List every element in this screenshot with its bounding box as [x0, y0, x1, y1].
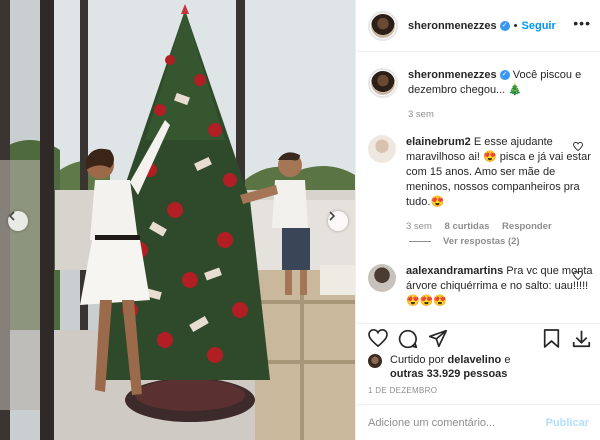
caption-time[interactable]: 3 sem — [408, 109, 434, 120]
comments-list[interactable]: sheronmenezzes ✓ Você piscou e dezembro c… — [356, 53, 600, 323]
follow-button[interactable]: Seguir — [522, 20, 556, 32]
author-username[interactable]: sheronmenezzes — [408, 20, 497, 32]
caption-username[interactable]: sheronmenezzes — [408, 69, 497, 81]
view-replies-label: Ver respostas (2) — [443, 236, 520, 247]
post-side-panel: sheronmenezzes ✓ • Seguir ••• sheronmene… — [355, 0, 600, 440]
previous-photo-button[interactable] — [8, 211, 28, 231]
comment-input[interactable] — [368, 416, 546, 429]
download-icon[interactable] — [572, 329, 591, 348]
caption-avatar[interactable] — [368, 68, 398, 98]
likes-summary: Curtido por delavelino e outras 33.929 p… — [368, 353, 510, 381]
verified-icon: ✓ — [499, 70, 510, 81]
like-comment-heart-icon[interactable] — [573, 271, 583, 280]
comment-likes-count[interactable]: 8 curtidas — [445, 221, 490, 232]
post-photo[interactable] — [0, 0, 355, 440]
commenter-avatar[interactable] — [368, 135, 396, 163]
post-date[interactable]: 1 DE DEZEMBRO — [368, 386, 437, 395]
liker-avatar[interactable] — [368, 354, 382, 368]
view-replies-button[interactable]: Ver respostas (2) — [409, 236, 520, 247]
heart-icon[interactable] — [368, 329, 388, 347]
next-photo-button[interactable] — [328, 211, 348, 231]
christmas-tree-photo — [0, 0, 355, 440]
chevron-left-icon — [8, 211, 15, 221]
likes-count[interactable]: outras 33.929 pessoas — [390, 368, 507, 380]
reply-button[interactable]: Responder — [502, 221, 552, 232]
likes-prefix: Curtido por — [390, 354, 445, 366]
like-comment-heart-icon[interactable] — [573, 142, 583, 151]
header-separator: • — [513, 19, 518, 32]
comment-item: elainebrum2 E esse ajudante maravilhoso … — [368, 135, 593, 234]
action-bar — [356, 323, 600, 353]
more-options-icon[interactable]: ••• — [573, 16, 591, 30]
comment-username[interactable]: elainebrum2 — [406, 136, 471, 148]
post-header: sheronmenezzes ✓ • Seguir ••• — [356, 0, 600, 52]
likes-conjunction: e — [504, 354, 511, 366]
commenter-avatar[interactable] — [368, 264, 396, 292]
liker-username[interactable]: delavelino — [447, 354, 501, 366]
caption: sheronmenezzes ✓ Você piscou e dezembro c… — [368, 68, 593, 122]
comment-icon[interactable] — [398, 329, 418, 349]
chevron-right-icon — [329, 211, 336, 221]
instagram-post: sheronmenezzes ✓ • Seguir ••• sheronmene… — [0, 0, 600, 440]
comment-time[interactable]: 3 sem — [406, 221, 432, 232]
bookmark-icon[interactable] — [543, 329, 560, 348]
verified-icon: ✓ — [499, 20, 510, 31]
author-avatar[interactable] — [368, 10, 398, 41]
comment-username[interactable]: aalexandramartins — [406, 265, 503, 277]
add-comment-bar: Publicar — [356, 404, 600, 440]
share-icon[interactable] — [428, 329, 448, 348]
publish-button[interactable]: Publicar — [546, 417, 589, 429]
comment-item: aalexandramartins Pra vc que monta árvor… — [368, 264, 593, 309]
